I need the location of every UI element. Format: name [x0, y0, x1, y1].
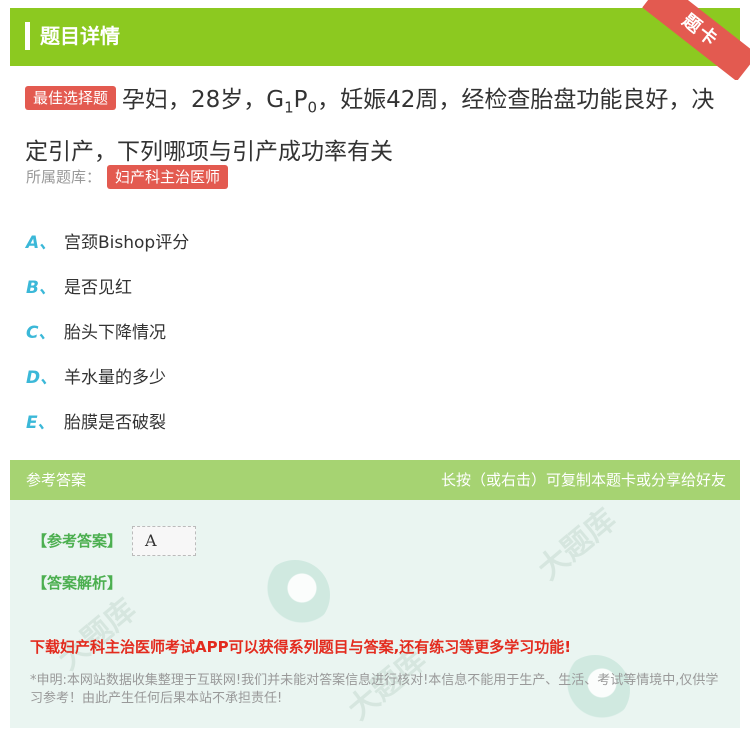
category-row: 所属题库： 妇产科主治医师 [26, 165, 229, 189]
card-ribbon: 题卡 [600, 0, 750, 80]
answer-value: A [132, 526, 196, 556]
answer-panel[interactable]: 大题库 大题库 大题库 参考答案 长按（或右击）可复制本题卡或分享给好友 【参考… [10, 460, 740, 728]
ribbon-label: 题卡 [642, 0, 750, 80]
option-text: 是否见红 [64, 278, 132, 298]
option-letter: E、 [26, 413, 55, 433]
answer-header-title: 参考答案 [26, 471, 87, 489]
option-e[interactable]: E、 胎膜是否破裂 [26, 398, 726, 443]
question-sub-p: 0 [307, 98, 318, 117]
option-text: 羊水量的多少 [64, 368, 166, 388]
question-type-badge: 最佳选择题 [25, 86, 117, 110]
options-list: A、 宫颈Bishop评分 B、 是否见红 C、 胎头下降情况 D、 羊水量的多… [26, 218, 726, 443]
answer-panel-header: 参考答案 长按（或右击）可复制本题卡或分享给好友 [10, 460, 740, 500]
question-sub-g: 1 [284, 98, 294, 117]
option-text: 宫颈Bishop评分 [64, 233, 190, 253]
option-text: 胎膜是否破裂 [64, 413, 166, 433]
category-badge[interactable]: 妇产科主治医师 [107, 165, 229, 189]
question-text-before: 孕妇，28岁，G [122, 87, 285, 113]
watermark-text: 大题库 [51, 592, 143, 678]
question-text-mid: P [293, 87, 308, 113]
option-text: 胎头下降情况 [64, 323, 166, 343]
question-text: 最佳选择题 孕妇，28岁，G1P0，妊娠42周，经检查胎盘功能良好，决定引产，下列… [25, 78, 735, 174]
copy-share-hint: 长按（或右击）可复制本题卡或分享给好友 [440, 471, 726, 489]
watermark-text: 大题库 [531, 502, 623, 588]
answer-label: 【参考答案】 [32, 532, 123, 550]
header-accent-bar [25, 22, 30, 50]
option-c[interactable]: C、 胎头下降情况 [26, 308, 726, 353]
category-label: 所属题库： [26, 168, 102, 186]
explanation-label: 【答案解析】 [32, 574, 123, 592]
option-a[interactable]: A、 宫颈Bishop评分 [26, 218, 726, 263]
option-letter: A、 [26, 233, 57, 253]
option-letter: C、 [26, 323, 56, 343]
option-b[interactable]: B、 是否见红 [26, 263, 726, 308]
disclaimer-text: *申明:本网站数据收集整理于互联网!我们并未能对答案信息进行核对!本信息不能用于… [30, 673, 719, 706]
option-letter: D、 [26, 368, 58, 388]
watermark-logo-icon [260, 560, 330, 630]
app-promo-link[interactable]: 下载妇产科主治医师考试APP可以获得系列题目与答案,还有练习等更多学习功能! [30, 636, 571, 657]
option-d[interactable]: D、 羊水量的多少 [26, 353, 726, 398]
option-letter: B、 [26, 278, 56, 298]
header-title: 题目详情 [40, 24, 120, 48]
